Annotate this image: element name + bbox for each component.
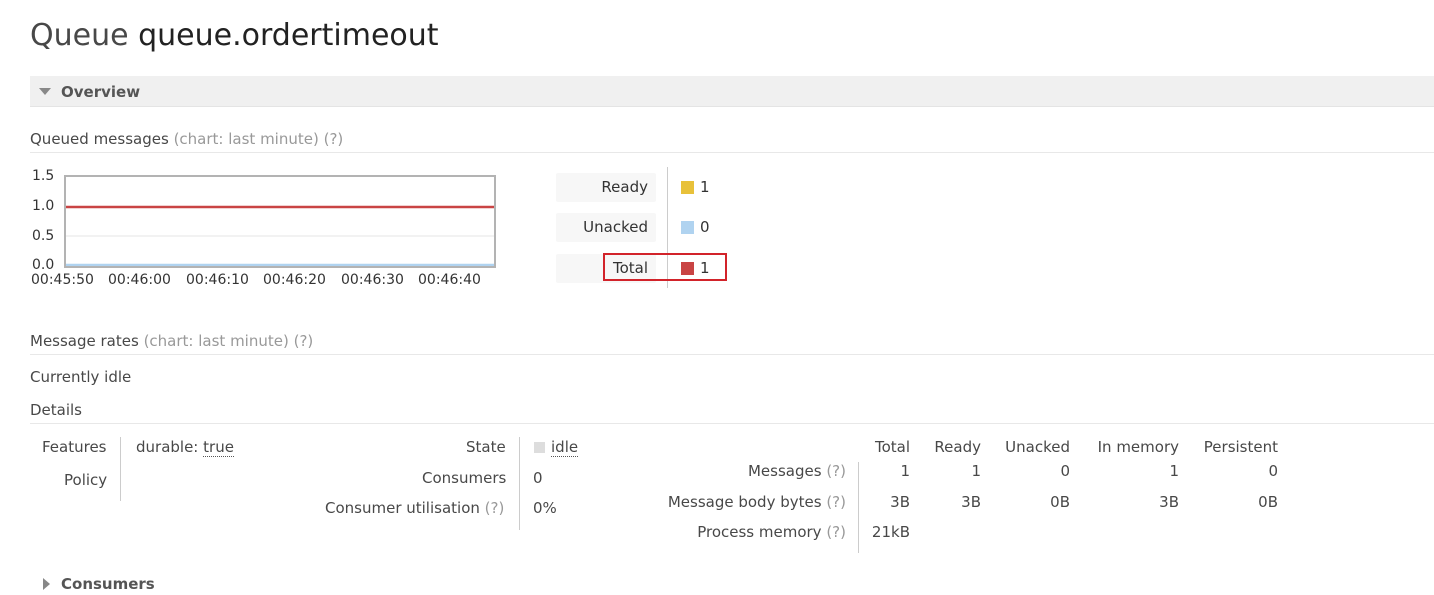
x-tick-label: 00:46:00 — [108, 272, 171, 288]
table-cell: 3B — [961, 493, 981, 511]
rates-status: Currently idle — [30, 368, 132, 386]
queue-name: queue.ordertimeout — [138, 18, 439, 53]
help-link[interactable]: (?) — [826, 462, 846, 480]
row-label-body-bytes: Message body bytes (?) — [640, 493, 846, 511]
utilisation-help-link[interactable]: (?) — [485, 499, 505, 517]
table-cell: 0B — [1050, 493, 1070, 511]
title-prefix: Queue — [30, 18, 129, 53]
policy-label: Policy — [64, 471, 108, 489]
x-tick-label: 00:46:20 — [263, 272, 326, 288]
table-cell: 1 — [900, 462, 910, 480]
state-value: idle — [551, 438, 579, 457]
consumers-label: Consumers — [422, 469, 507, 487]
y-tick-label: 1.5 — [32, 168, 55, 184]
column-header: Unacked — [1005, 438, 1070, 456]
consumer-utilisation-label: Consumer utilisation (?) — [325, 499, 504, 517]
table-cell: 1 — [1169, 462, 1179, 480]
column-header: Persistent — [1203, 438, 1278, 456]
table-cell: 1 — [971, 462, 981, 480]
column-header: Ready — [934, 438, 981, 456]
legend-unacked-value: 0 — [700, 218, 710, 236]
row-label-text: Messages — [747, 462, 822, 480]
table-cell: 3B — [890, 493, 910, 511]
help-link[interactable]: (?) — [826, 493, 846, 511]
y-tick-label: 1.0 — [32, 198, 55, 214]
consumers-value: 0 — [533, 469, 543, 487]
features-divider — [120, 437, 121, 501]
state-value-text[interactable]: idle — [551, 438, 579, 457]
x-tick-label: 00:46:30 — [341, 272, 404, 288]
queued-help-link[interactable]: (?) — [324, 130, 344, 148]
message-rates-title: Message rates — [30, 332, 139, 350]
rates-chart-hint[interactable]: (chart: last minute) — [144, 332, 289, 350]
page-title: Queue queue.ordertimeout — [30, 18, 439, 53]
durable-key: durable: — [136, 438, 199, 456]
x-tick-label: 00:46:40 — [418, 272, 481, 288]
y-tick-label: 0.5 — [32, 228, 55, 244]
details-header: Details — [30, 401, 1434, 424]
queued-messages-title: Queued messages — [30, 130, 169, 148]
table-cell: 21kB — [871, 523, 910, 541]
stats-divider — [858, 462, 859, 553]
expand-triangle-icon[interactable] — [43, 578, 50, 590]
total-highlight-box — [603, 253, 727, 281]
features-label: Features — [42, 438, 107, 456]
details-title: Details — [30, 401, 83, 419]
row-label-text: Process memory — [697, 523, 822, 541]
table-cell: 0 — [1268, 462, 1278, 480]
ready-swatch-icon[interactable] — [681, 181, 694, 194]
help-link[interactable]: (?) — [826, 523, 846, 541]
queued-chart-hint[interactable]: (chart: last minute) — [174, 130, 319, 148]
x-tick-label: 00:45:50 — [31, 272, 94, 288]
queued-messages-chart — [64, 175, 496, 268]
collapse-triangle-icon — [39, 88, 51, 95]
legend-unacked-label: Unacked — [556, 213, 656, 242]
legend-ready-value: 1 — [700, 178, 710, 196]
rates-help-link[interactable]: (?) — [294, 332, 314, 350]
y-tick-label: 0.0 — [32, 257, 55, 273]
column-header: In memory — [1097, 438, 1179, 456]
table-cell: 0 — [1060, 462, 1070, 480]
row-label-messages: Messages (?) — [660, 462, 846, 480]
unacked-swatch-icon[interactable] — [681, 221, 694, 234]
overview-label: Overview — [61, 83, 141, 101]
utilisation-label-text: Consumer utilisation — [325, 499, 480, 517]
row-label-text: Message body bytes — [667, 493, 822, 511]
chart-plot — [66, 205, 494, 267]
table-cell: 0B — [1258, 493, 1278, 511]
durable-value[interactable]: true — [203, 438, 234, 457]
queued-messages-header: Queued messages (chart: last minute) (?) — [30, 130, 1434, 153]
state-label: State — [466, 438, 506, 456]
idle-state-icon — [534, 442, 545, 453]
table-cell: 3B — [1159, 493, 1179, 511]
row-label-process-memory: Process memory (?) — [660, 523, 846, 541]
overview-section-toggle[interactable]: Overview — [30, 76, 1434, 107]
legend-ready-label: Ready — [556, 173, 656, 202]
consumers-section-toggle[interactable]: Consumers — [61, 575, 155, 593]
column-header: Total — [874, 438, 910, 456]
features-value: durable: true — [136, 438, 234, 457]
state-divider — [519, 437, 520, 530]
x-tick-label: 00:46:10 — [186, 272, 249, 288]
utilisation-value: 0% — [533, 499, 557, 517]
message-rates-header: Message rates (chart: last minute) (?) — [30, 332, 1434, 355]
